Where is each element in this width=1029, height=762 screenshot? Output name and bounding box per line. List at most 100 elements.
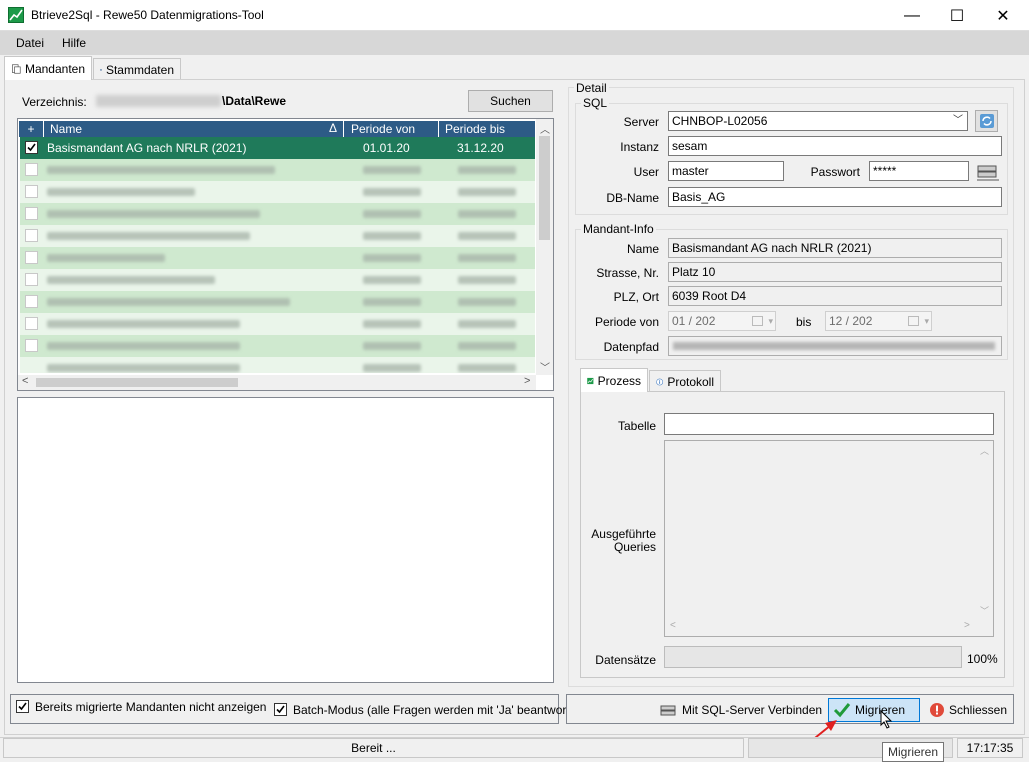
menu-file[interactable]: Datei <box>16 36 44 50</box>
scroll-left-icon[interactable]: < <box>22 375 28 387</box>
records-label: Datensätze <box>595 653 656 667</box>
grid-vertical-scrollbar[interactable]: ︿ ﹀ <box>536 119 553 375</box>
batch-mode-label[interactable]: Batch-Modus (alle Fragen werden mit 'Ja'… <box>293 703 587 717</box>
grid-horizontal-scroll-thumb[interactable] <box>36 378 238 387</box>
executed-queries-textarea[interactable]: ︿ ﹀ < > <box>664 440 994 637</box>
server-value: CHNBOP-L02056 <box>672 114 768 128</box>
mouse-cursor-icon <box>880 710 893 729</box>
row-checkbox[interactable] <box>25 141 38 154</box>
row-period-from: 01.01.20 <box>363 141 410 155</box>
grid-header-period-to[interactable]: Periode bis <box>439 121 535 137</box>
server-select[interactable]: CHNBOP-L02056 ﹀ <box>668 111 968 131</box>
calendar-icon <box>908 316 919 326</box>
hide-migrated-label[interactable]: Bereits migrierte Mandanten nicht anzeig… <box>35 700 266 714</box>
save-disk-icon <box>100 68 102 71</box>
app-chart-icon <box>8 7 24 23</box>
tab-protokoll[interactable]: Protokoll <box>649 370 721 392</box>
chevron-down-icon: ﹀ <box>953 115 963 126</box>
close-window-button[interactable]: ✕ <box>980 0 1026 31</box>
period-from-picker: 01 / 202 ▾ <box>668 311 776 331</box>
tab-prozess-label: Prozess <box>597 373 641 388</box>
scroll-left-icon[interactable]: < <box>670 620 676 631</box>
detail-group-title: Detail <box>574 81 609 95</box>
table-row[interactable] <box>20 203 535 225</box>
server-connect-icon[interactable] <box>975 160 1001 182</box>
table-row[interactable] <box>20 159 535 181</box>
tab-protokoll-label: Protokoll <box>667 374 714 389</box>
grid-header: + Name Δ Periode von Periode bis <box>19 121 535 137</box>
scroll-right-icon[interactable]: > <box>964 620 970 631</box>
user-label: User <box>633 165 659 179</box>
tab-mandanten-label: Mandanten <box>24 61 85 76</box>
menu-help[interactable]: Hilfe <box>62 36 86 50</box>
tab-mandanten[interactable]: Mandanten <box>4 56 92 80</box>
table-row[interactable] <box>20 181 535 203</box>
grid-header-expand[interactable]: + <box>19 121 44 137</box>
street-field: Platz 10 <box>668 262 1002 282</box>
calendar-icon <box>752 316 763 326</box>
scroll-down-icon[interactable]: ﹀ <box>540 359 550 374</box>
close-button[interactable]: Schliessen <box>925 698 1009 722</box>
data-path-redacted <box>673 342 995 350</box>
chevron-down-icon: ▾ <box>924 316 929 326</box>
status-time: 17:17:35 <box>957 738 1023 758</box>
hide-migrated-checkbox[interactable] <box>16 700 29 713</box>
password-input[interactable]: ***** <box>869 161 969 181</box>
refresh-servers-button[interactable] <box>975 110 998 132</box>
minimize-button[interactable]: — <box>889 0 935 31</box>
close-label: Schliessen <box>949 703 1008 717</box>
scroll-up-icon[interactable]: ︿ <box>980 444 989 457</box>
db-name-input[interactable]: Basis_AG <box>668 187 1002 207</box>
client-info-group-title: Mandant-Info <box>581 222 656 236</box>
data-path-field <box>668 336 1002 356</box>
data-path-label: Datenpfad <box>603 340 659 354</box>
maximize-button[interactable]: ☐ <box>934 0 980 31</box>
queries-vertical-scrollbar[interactable]: ︿ ﹀ <box>977 442 992 620</box>
directory-path: \Data\Rewe <box>222 94 287 108</box>
directory-label: Verzeichnis: <box>22 95 87 109</box>
grid-horizontal-scrollbar[interactable]: < > <box>18 375 536 390</box>
grid-vertical-scroll-thumb[interactable] <box>539 136 550 240</box>
tab-stammdaten[interactable]: Stammdaten <box>93 58 181 80</box>
instance-label: Instanz <box>620 140 659 154</box>
status-text: Bereit ... <box>3 738 744 758</box>
user-input[interactable]: master <box>668 161 784 181</box>
tab-prozess[interactable]: Prozess <box>580 368 648 392</box>
batch-mode-checkbox[interactable] <box>274 703 287 716</box>
client-name-label: Name <box>626 242 659 256</box>
directory-path-redacted <box>96 95 221 107</box>
period-to-separator: bis <box>796 315 812 329</box>
queries-label-line1: Ausgeführte <box>591 527 656 541</box>
records-progress-bar <box>664 646 962 668</box>
table-row[interactable] <box>20 269 535 291</box>
table-row[interactable] <box>20 291 535 313</box>
street-label: Strasse, Nr. <box>596 266 659 280</box>
period-from-value: 01 / 202 <box>672 314 716 328</box>
table-row[interactable] <box>20 335 535 357</box>
window-title: Btrieve2Sql - Rewe50 Datenmigrations-Too… <box>31 8 264 22</box>
instance-input[interactable]: sesam <box>668 136 1002 156</box>
client-name-field: Basismandant AG nach NRLR (2021) <box>668 238 1002 258</box>
server-connect-icon <box>660 705 676 716</box>
scroll-right-icon[interactable]: > <box>524 375 530 387</box>
table-row[interactable] <box>20 225 535 247</box>
table-row[interactable] <box>20 247 535 269</box>
scroll-up-icon[interactable]: ︿ <box>540 121 550 136</box>
scroll-down-icon[interactable]: ﹀ <box>980 604 989 617</box>
records-percent: 100% <box>967 652 998 666</box>
table-row[interactable] <box>20 357 535 373</box>
row-period-to: 31.12.20 <box>457 141 504 155</box>
queries-horizontal-scrollbar[interactable]: < > <box>666 620 978 635</box>
table-row-selected[interactable]: Basismandant AG nach NRLR (2021) 01.01.2… <box>20 137 535 159</box>
details-list-panel <box>17 397 554 683</box>
table-row[interactable] <box>20 313 535 335</box>
chevron-down-icon: ▾ <box>768 316 773 326</box>
sql-group-title: SQL <box>581 96 610 110</box>
row-name: Basismandant AG nach NRLR (2021) <box>47 141 247 155</box>
grid-header-period-from[interactable]: Periode von <box>345 121 439 137</box>
grid-header-name[interactable]: Name <box>44 121 344 137</box>
menu-bar <box>0 31 1029 55</box>
search-button[interactable]: Suchen <box>468 90 553 112</box>
stop-icon <box>930 703 944 717</box>
migrate-tooltip: Migrieren <box>882 742 944 762</box>
